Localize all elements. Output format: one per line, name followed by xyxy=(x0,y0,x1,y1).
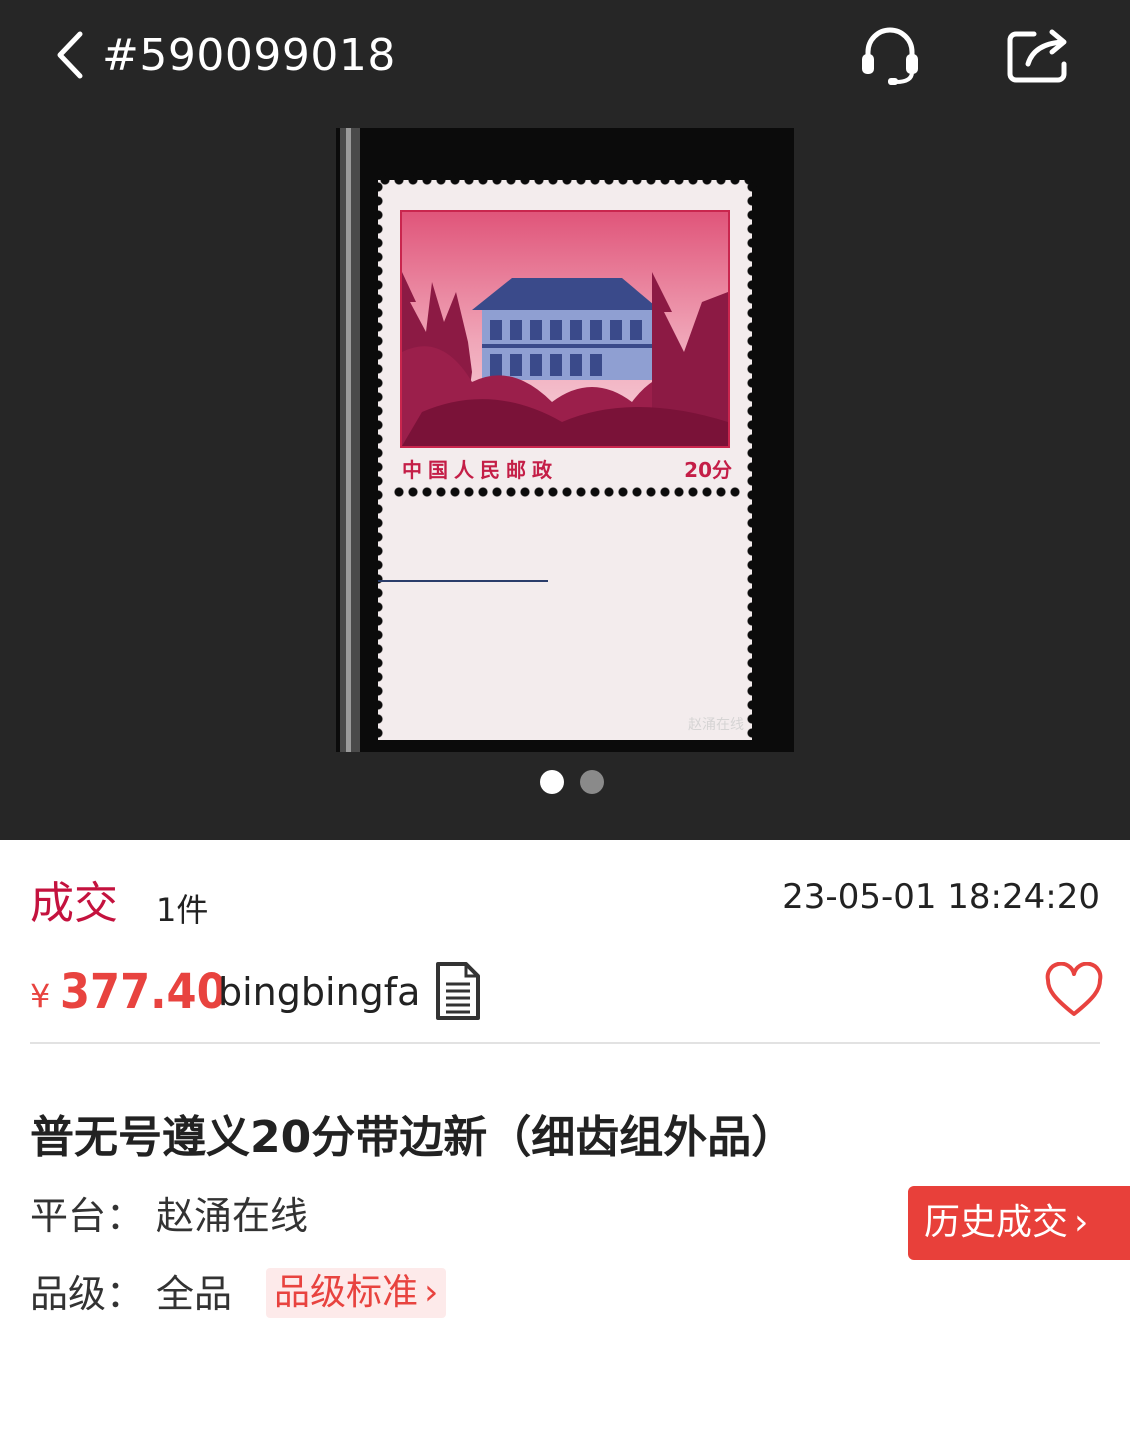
chevron-right-icon: › xyxy=(1074,1202,1089,1243)
selvage-guide-line xyxy=(378,580,548,582)
grade-standard-link[interactable]: 品级标准 › xyxy=(266,1268,447,1318)
favorite-heart-icon[interactable] xyxy=(1044,962,1104,1018)
stamp-paper: 中国人民邮政 20分 赵涌在线 xyxy=(372,174,758,740)
stamp-artwork xyxy=(400,210,730,448)
chevron-left-icon[interactable] xyxy=(50,28,90,82)
seller-name[interactable]: bingbingfa xyxy=(218,964,420,1020)
stamp-photo[interactable]: 中国人民邮政 20分 赵涌在线 xyxy=(336,128,794,752)
deal-price: 377.40 xyxy=(60,964,227,1020)
grade-standard-label: 品级标准 xyxy=(274,1272,419,1313)
platform-label: 平台： xyxy=(30,1194,145,1238)
stamp-caption: 中国人民邮政 20分 xyxy=(402,454,732,482)
chevron-right-icon: › xyxy=(424,1272,439,1313)
page-dot[interactable] xyxy=(580,770,604,794)
history-deals-button[interactable]: 历史成交 › xyxy=(908,1186,1130,1260)
platform-row: 平台： 赵涌在线 xyxy=(30,1190,308,1242)
image-gallery-header: #590099018 中国人民邮政 20分 赵涌在线 xyxy=(0,0,1130,840)
document-icon[interactable] xyxy=(434,960,482,1022)
stamp-denomination: 20分 xyxy=(684,458,732,482)
section-divider xyxy=(30,1042,1100,1044)
stamp-inscription: 中国人民邮政 xyxy=(402,458,558,482)
watermark-logo: 赵涌在线 xyxy=(688,717,744,733)
grade-label: 品级： xyxy=(30,1272,145,1316)
item-title: 普无号遵义20分带边新（细齿组外品） xyxy=(30,1112,796,1163)
deal-status: 成交 xyxy=(30,878,118,929)
grade-row: 品级： 全品 xyxy=(30,1268,232,1320)
currency-symbol: ¥ xyxy=(30,977,51,1015)
page-dot-active[interactable] xyxy=(540,770,564,794)
grade-value: 全品 xyxy=(156,1272,233,1316)
deal-quantity: 1件 xyxy=(156,891,209,929)
history-deals-label: 历史成交 xyxy=(924,1202,1069,1243)
item-id-title: #590099018 xyxy=(102,30,396,81)
headset-icon[interactable] xyxy=(856,22,924,90)
deal-timestamp: 23-05-01 18:24:20 xyxy=(782,877,1100,917)
platform-value: 赵涌在线 xyxy=(156,1194,309,1238)
share-icon[interactable] xyxy=(1004,24,1074,86)
